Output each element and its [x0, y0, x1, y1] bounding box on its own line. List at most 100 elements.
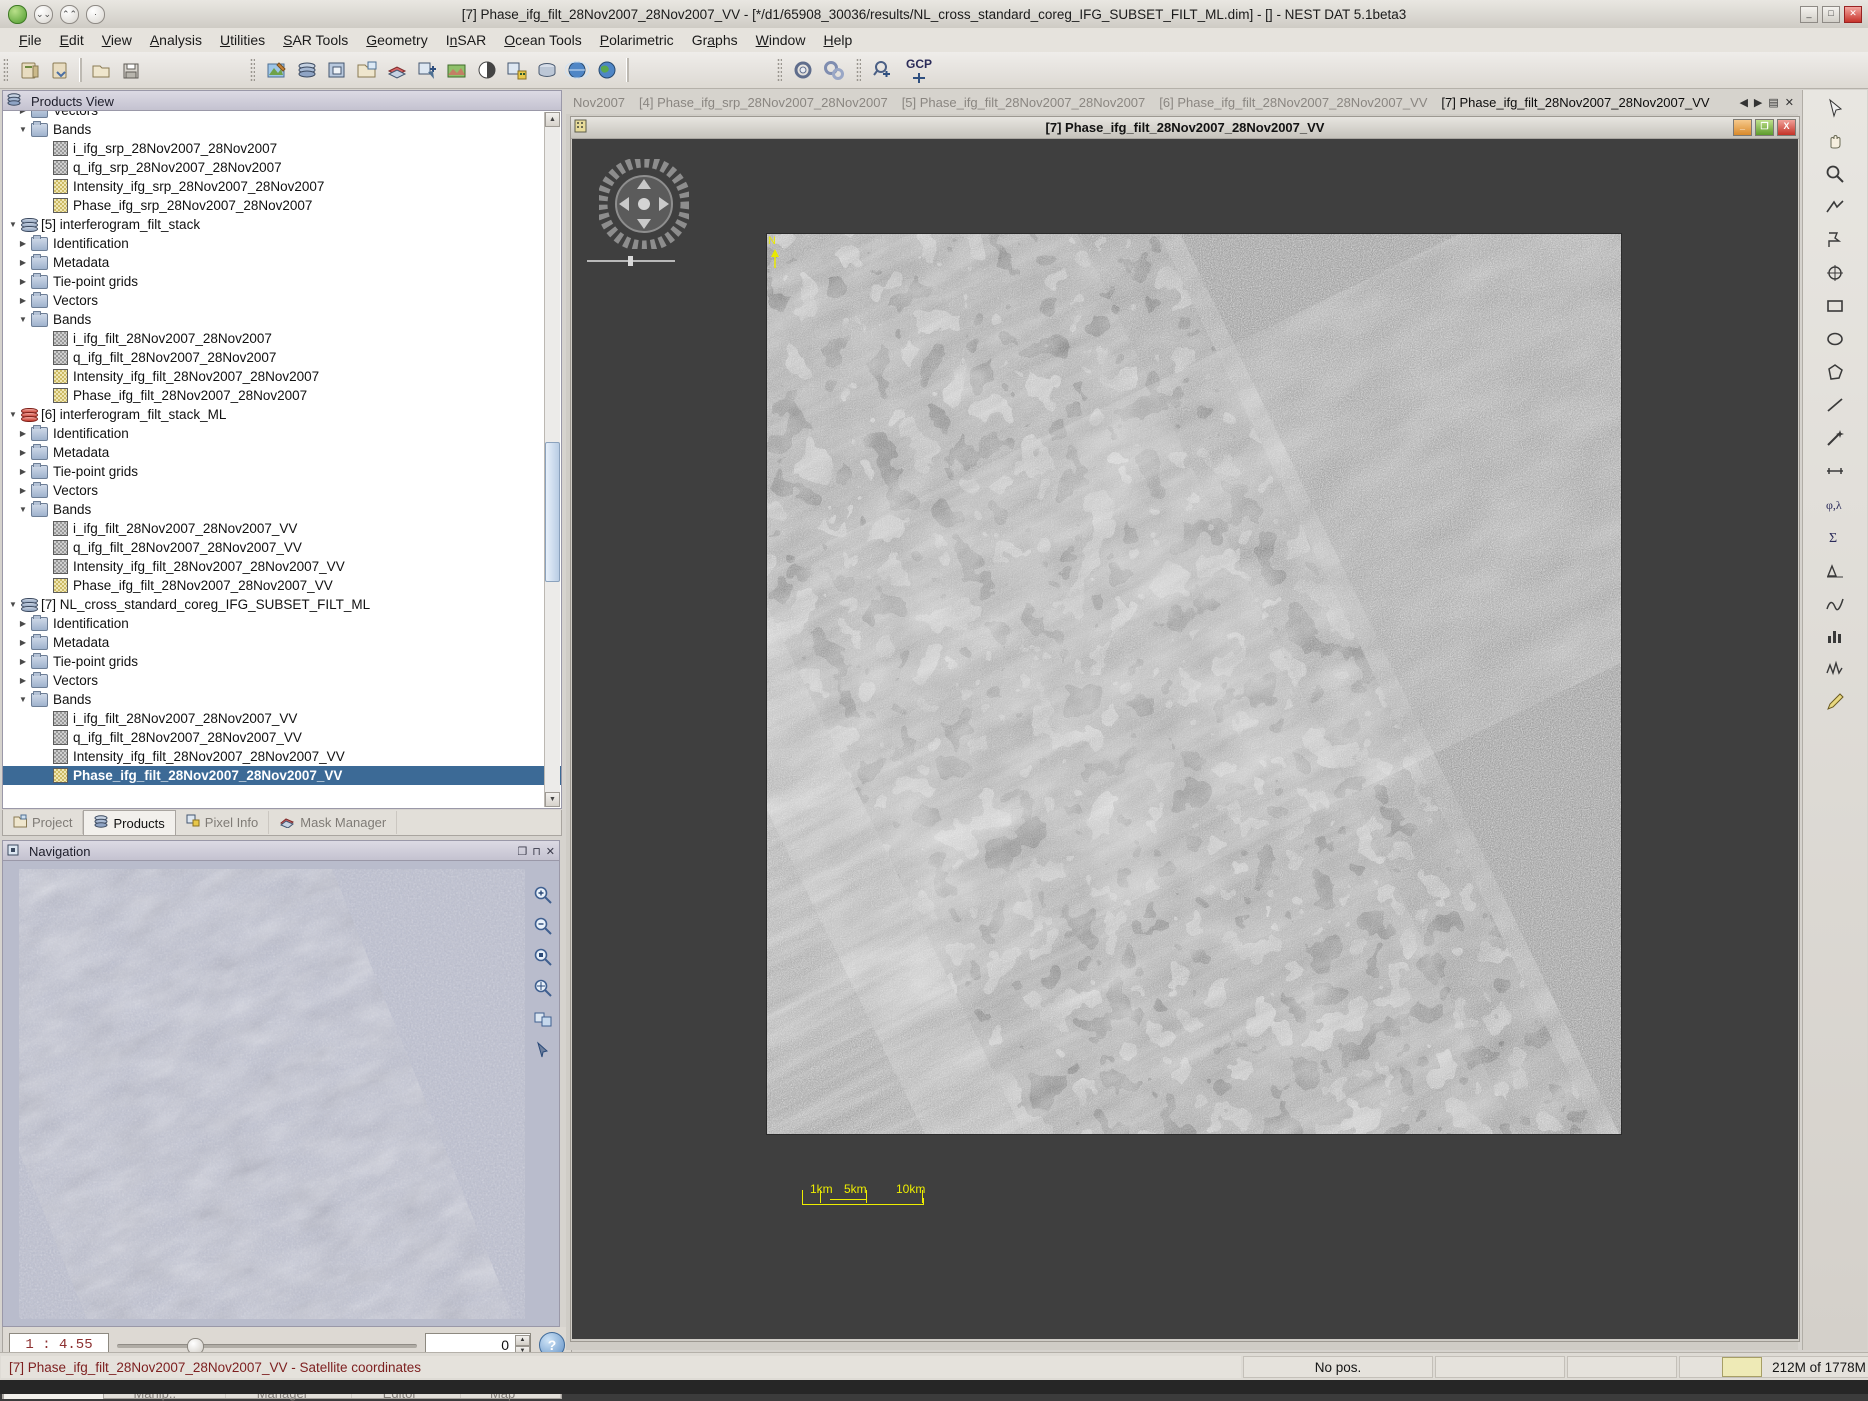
image-maximize-button[interactable]: ❐ — [1755, 119, 1774, 136]
tree-row[interactable]: i_ifg_filt_28Nov2007_28Nov2007_VV — [3, 709, 543, 728]
tree-row[interactable]: q_ifg_srp_28Nov2007_28Nov2007 — [3, 158, 543, 177]
gcp-manager-icon[interactable] — [503, 56, 531, 84]
rotation-value[interactable]: 0 — [426, 1337, 515, 1353]
tree-row[interactable]: q_ifg_filt_28Nov2007_28Nov2007_VV — [3, 728, 543, 747]
toolbar-grip-4[interactable] — [856, 58, 861, 82]
tree-row[interactable]: ▼ Bands — [3, 690, 543, 709]
tree-row[interactable]: i_ifg_filt_28Nov2007_28Nov2007_VV — [3, 519, 543, 538]
scroll-down-arrow[interactable]: ▼ — [545, 792, 560, 807]
navigation-thumbnail-area[interactable] — [2, 860, 560, 1327]
tree-twisty[interactable]: ▶ — [15, 619, 31, 628]
minimize-button[interactable]: _ — [1800, 5, 1818, 23]
gcp-tool-icon[interactable] — [1820, 258, 1850, 288]
tree-row[interactable]: ▶ Vectors — [3, 481, 543, 500]
menu-insar[interactable]: InSAR — [437, 30, 495, 50]
image-minimize-button[interactable]: _ — [1733, 119, 1752, 136]
tab-mask-manager[interactable]: Mask Manager — [269, 811, 398, 834]
tab-list-icon[interactable]: ▤ — [1768, 96, 1778, 109]
profile-icon[interactable] — [1820, 588, 1850, 618]
maximize-button[interactable]: □ — [1822, 5, 1840, 23]
tree-row[interactable]: i_ifg_filt_28Nov2007_28Nov2007 — [3, 329, 543, 348]
zoom-in-icon[interactable] — [531, 883, 555, 907]
tree-row[interactable]: ▶ Identification — [3, 234, 543, 253]
tree-twisty[interactable]: ▶ — [15, 448, 31, 457]
magic-wand-icon[interactable] — [1820, 423, 1850, 453]
open-folder-icon[interactable] — [87, 56, 115, 84]
tree-row[interactable]: Intensity_ifg_filt_28Nov2007_28Nov2007_V… — [3, 557, 543, 576]
range-finder-icon[interactable] — [1820, 456, 1850, 486]
toolbar-grip-1[interactable] — [3, 58, 8, 82]
tree-row[interactable]: ▼ Bands — [3, 310, 543, 329]
tree-row[interactable]: Intensity_ifg_filt_28Nov2007_28Nov2007_V… — [3, 747, 543, 766]
rotation-up-button[interactable]: ▲ — [515, 1334, 530, 1346]
tree-row[interactable]: i_ifg_srp_28Nov2007_28Nov2007 — [3, 139, 543, 158]
image-canvas[interactable]: N 1km 5km 10km — [572, 139, 1798, 1339]
scroll-left-icon[interactable]: ◀ — [1739, 96, 1747, 109]
tree-twisty[interactable]: ▼ — [15, 315, 31, 324]
tree-twisty[interactable]: ▶ — [15, 258, 31, 267]
tree-twisty[interactable]: ▶ — [15, 486, 31, 495]
menu-ocean-tools[interactable]: Ocean Tools — [495, 30, 591, 50]
tree-row[interactable]: ▶ Tie-point grids — [3, 652, 543, 671]
collapse-up-icon[interactable]: ⌃⌃ — [60, 4, 79, 24]
menu-sar-tools[interactable]: SAR Tools — [274, 30, 357, 50]
document-tab[interactable]: [5] Phase_ifg_filt_28Nov2007_28Nov2007 — [895, 95, 1153, 110]
line-draw-icon[interactable] — [1820, 390, 1850, 420]
scroll-up-arrow[interactable]: ▲ — [545, 112, 560, 127]
polygon-draw-icon[interactable] — [1820, 357, 1850, 387]
histogram-icon[interactable] — [1820, 555, 1850, 585]
tree-row[interactable]: ▼ Bands — [3, 500, 543, 519]
tree-twisty[interactable]: ▶ — [15, 111, 31, 115]
pan-tool-icon[interactable] — [1820, 126, 1850, 156]
tree-row[interactable]: Intensity_ifg_srp_28Nov2007_28Nov2007 — [3, 177, 543, 196]
tree-row[interactable]: ▼ [6] interferogram_filt_stack_ML — [3, 405, 543, 424]
menu-analysis[interactable]: Analysis — [141, 30, 211, 50]
zoom-all-icon[interactable] — [531, 976, 555, 1000]
tree-twisty[interactable]: ▼ — [15, 695, 31, 704]
tree-row[interactable]: ▶ Vectors — [3, 291, 543, 310]
tree-row[interactable]: Phase_ifg_srp_28Nov2007_28Nov2007 — [3, 196, 543, 215]
document-tab[interactable]: [4] Phase_ifg_srp_28Nov2007_28Nov2007 — [632, 95, 895, 110]
document-tab[interactable]: [7] Phase_ifg_filt_28Nov2007_28Nov2007_V… — [1434, 95, 1716, 110]
scroll-right-icon[interactable]: ▶ — [1754, 96, 1762, 109]
tree-twisty[interactable]: ▼ — [5, 600, 21, 609]
subset-icon[interactable] — [323, 56, 351, 84]
tree-row[interactable]: ▶ Metadata — [3, 443, 543, 462]
tree-row[interactable]: ▶ Metadata — [3, 253, 543, 272]
zoom-to-pixel-icon[interactable] — [531, 945, 555, 969]
tree-twisty[interactable]: ▼ — [15, 505, 31, 514]
tree-twisty[interactable]: ▼ — [15, 125, 31, 134]
menu-window[interactable]: Window — [747, 30, 815, 50]
tree-twisty[interactable]: ▶ — [15, 429, 31, 438]
tree-twisty[interactable]: ▶ — [15, 296, 31, 305]
close-tab-icon[interactable]: ✕ — [1785, 96, 1794, 109]
sar-image-raster[interactable] — [766, 233, 1622, 1135]
tree-row[interactable]: ▶ Identification — [3, 424, 543, 443]
menu-file[interactable]: File — [10, 30, 51, 50]
tree-twisty[interactable]: ▶ — [15, 657, 31, 666]
tree-twisty[interactable]: ▶ — [15, 239, 31, 248]
settings-icon[interactable] — [820, 56, 848, 84]
tree-row[interactable]: ▶ Metadata — [3, 633, 543, 652]
phase-lambda-icon[interactable]: φ,λ — [1820, 489, 1850, 519]
menu-edit[interactable]: Edit — [51, 30, 93, 50]
menu-utilities[interactable]: Utilities — [211, 30, 274, 50]
pin-icon[interactable]: ⊓ — [532, 845, 541, 858]
zoom-out-icon[interactable] — [531, 914, 555, 938]
sync-views-icon[interactable] — [531, 1007, 555, 1031]
document-tab[interactable]: Nov2007 — [566, 95, 632, 110]
tree-row[interactable]: ▼ [5] interferogram_filt_stack — [3, 215, 543, 234]
layer-manager-icon[interactable] — [383, 56, 411, 84]
tab-products[interactable]: Products — [83, 810, 176, 835]
tree-twisty[interactable]: ▼ — [5, 410, 21, 419]
rectangle-draw-icon[interactable] — [1820, 291, 1850, 321]
menu-help[interactable]: Help — [814, 30, 861, 50]
pencil-icon[interactable] — [1820, 687, 1850, 717]
tree-twisty[interactable]: ▶ — [15, 676, 31, 685]
open-raster-icon[interactable] — [353, 56, 381, 84]
image-close-button[interactable]: X — [1777, 119, 1796, 136]
tree-row[interactable]: ▶ Tie-point grids — [3, 462, 543, 481]
document-tab[interactable]: [6] Phase_ifg_filt_28Nov2007_28Nov2007_V… — [1152, 95, 1434, 110]
navigation-thumbnail[interactable] — [19, 869, 525, 1319]
world-wind-icon[interactable] — [563, 56, 591, 84]
